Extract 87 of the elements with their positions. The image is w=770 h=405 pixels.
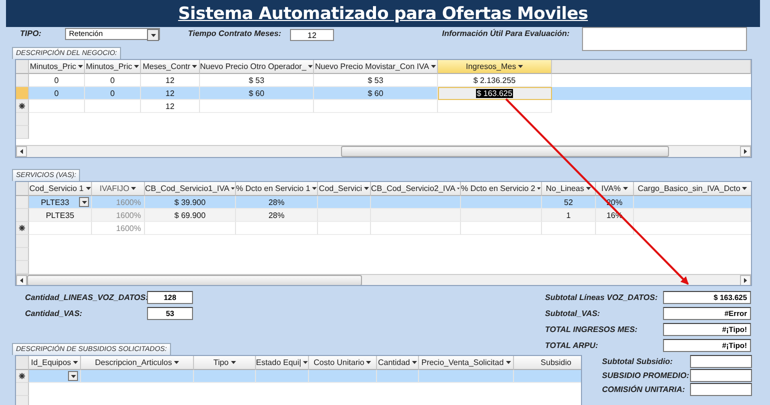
field-label: Subtotal Líneas VOZ_DATOS: xyxy=(545,292,659,304)
column-title: Minutos_Pric xyxy=(30,62,76,71)
input-field[interactable] xyxy=(690,369,752,382)
column-title: % Dcto en Servicio 1 xyxy=(236,184,310,193)
dropdown-button[interactable] xyxy=(79,197,89,207)
column-title: Cod_Servicio 1 xyxy=(29,184,84,193)
column-title: % Dcto en Servicio 2 xyxy=(461,184,536,193)
column-header[interactable]: Estado Equi| xyxy=(256,356,309,370)
column-title: Descripcion_Articulos xyxy=(95,358,172,367)
column-header[interactable]: CB_Cod_Servicio2_IVA xyxy=(371,182,461,196)
window-title: Sistema Automatizado para Ofertas Moviles xyxy=(178,4,588,24)
input-field[interactable]: 12 xyxy=(290,29,334,41)
column-title: Precio_Venta_Solicitad xyxy=(421,358,504,367)
column-title: Tipo xyxy=(213,358,229,367)
field-label: TOTAL ARPU: xyxy=(545,340,600,352)
table-row[interactable]: 1600% xyxy=(16,222,751,235)
notes-field[interactable] xyxy=(582,27,747,51)
column-header[interactable]: Precio_Venta_Solicitad xyxy=(419,356,514,370)
caret-icon xyxy=(70,374,76,378)
field-label: Subtotal Subsidio: xyxy=(602,356,674,368)
column-title: Id_Equipos xyxy=(30,358,72,367)
column-title: Cod_Servici xyxy=(318,184,362,193)
column-title: CB_Cod_Servicio1_IVA xyxy=(145,184,230,193)
select-all-corner[interactable] xyxy=(16,60,29,74)
input-field[interactable] xyxy=(690,383,752,396)
asterisk-icon xyxy=(19,373,25,379)
column-title: Costo Unitario xyxy=(314,358,364,367)
row-selector[interactable] xyxy=(16,100,29,113)
column-title: Nuevo Precio Otro Operador_ xyxy=(200,62,306,71)
scroll-right-icon xyxy=(744,278,747,283)
caret-icon xyxy=(150,34,156,36)
field-label: TOTAL INGRESOS MES: xyxy=(545,324,638,336)
column-header[interactable]: Subsidio xyxy=(514,356,581,370)
column-header[interactable]: Cantidad xyxy=(377,356,419,370)
column-header[interactable]: Id_Equipos xyxy=(29,356,81,370)
column-title: CB_Cod_Servicio2_IVA xyxy=(371,184,456,193)
scroll-right-icon xyxy=(744,149,747,154)
table-row[interactable]: 0 0 12 $ 60 $ 60 $ 163.625 xyxy=(16,87,751,100)
field-label: Cantidad_LINEAS_VOZ_DATOS: xyxy=(25,292,147,304)
horizontal-scrollbar[interactable] xyxy=(16,145,751,157)
horizontal-scrollbar[interactable] xyxy=(16,274,751,285)
scroll-left-icon xyxy=(20,278,23,283)
column-header[interactable]: % Dcto en Servicio 1 xyxy=(236,182,318,196)
column-header[interactable]: Cod_Servici xyxy=(318,182,371,196)
column-title: Nuevo Precio Movistar_Con IVA xyxy=(314,62,430,71)
column-title: IVAFIJO xyxy=(100,184,130,193)
column-header[interactable]: IVA% xyxy=(596,182,634,196)
field-label: COMISIÓN UNITARIA: xyxy=(602,384,686,396)
column-header[interactable]: Cargo_Basico_sin_IVA_Dcto xyxy=(634,182,751,196)
column-header[interactable]: CB_Cod_Servicio1_IVA xyxy=(145,182,236,196)
column-header[interactable]: Minutos_Pric xyxy=(29,60,85,74)
row-selector[interactable] xyxy=(16,222,29,235)
column-title: Ingresos_Mes xyxy=(466,62,516,71)
column-title: Subsidio xyxy=(540,358,572,367)
column-title: Cantidad xyxy=(378,358,410,367)
column-header[interactable]: % Dcto en Servicio 2 xyxy=(461,182,542,196)
scroll-left-icon xyxy=(20,149,23,154)
field-label: Subtotal_VAS: xyxy=(545,308,601,320)
column-header[interactable]: Nuevo Precio Movistar_Con IVA xyxy=(314,60,438,74)
column-title: Minutos_Pric xyxy=(86,62,132,71)
field-label: SUBSIDIO PROMEDIO: xyxy=(602,370,690,382)
column-header[interactable]: Tipo xyxy=(194,356,256,370)
row-selector[interactable] xyxy=(16,370,29,383)
column-title: Estado Equi| xyxy=(256,358,302,367)
column-title: Cargo_Basico_sin_IVA_Dcto xyxy=(638,184,740,193)
column-header[interactable]: Nuevo Precio Otro Operador_ xyxy=(200,60,314,74)
column-header[interactable]: Descripcion_Articulos xyxy=(81,356,194,370)
input-field[interactable] xyxy=(690,355,752,368)
column-title: Meses_Contr xyxy=(142,62,190,71)
field-label: TIPO: xyxy=(20,28,42,38)
select-all-corner[interactable] xyxy=(16,182,29,196)
asterisk-icon xyxy=(19,103,25,109)
column-title: No_Lineas xyxy=(546,184,584,193)
column-header[interactable]: Cod_Servicio 1 xyxy=(29,182,92,196)
field-label: Tiempo Contrato Meses: xyxy=(188,28,282,38)
field-label: Cantidad_VAS: xyxy=(25,308,84,320)
column-title: IVA% xyxy=(601,184,621,193)
table-cell: $ 163.625 xyxy=(438,87,552,100)
column-header[interactable]: Minutos_Pric xyxy=(85,60,141,74)
caret-icon xyxy=(82,200,86,204)
column-header[interactable]: No_Lineas xyxy=(542,182,596,196)
asterisk-icon xyxy=(19,225,25,231)
field-label: Información Útil Para Evaluación: xyxy=(442,28,571,38)
dropdown-button[interactable] xyxy=(68,371,78,381)
column-header[interactable]: Ingresos_Mes xyxy=(438,60,552,74)
column-header[interactable]: Meses_Contr xyxy=(141,60,200,74)
column-header[interactable]: Costo Unitario xyxy=(309,356,377,370)
